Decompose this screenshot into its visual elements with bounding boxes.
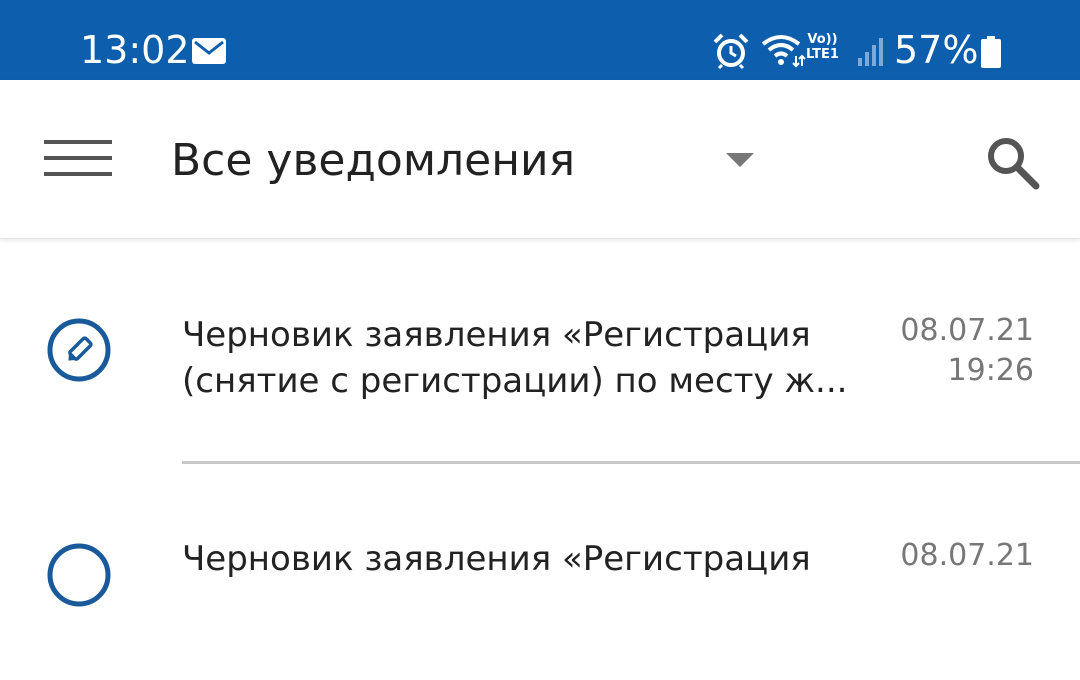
notification-date: 08.07.21 — [900, 313, 1034, 348]
signal-icon — [858, 38, 883, 66]
volte-indicator: Vo)) LTE1 — [806, 32, 839, 62]
draft-pencil-icon — [47, 318, 111, 382]
page-title[interactable]: Все уведомления — [171, 135, 575, 187]
volte-top-label: Vo)) — [807, 32, 838, 47]
notification-line-1: Черновик заявления «Регистрация — [182, 539, 811, 579]
app-bar: Все уведомления — [0, 80, 1080, 239]
notification-date: 08.07.21 — [900, 538, 1034, 573]
alarm-icon — [713, 33, 749, 69]
status-time: 13:02 — [80, 28, 190, 72]
hamburger-menu-icon — [44, 140, 112, 144]
notification-datetime: 08.07.21 — [900, 536, 1034, 576]
notification-datetime: 08.07.21 19:26 — [900, 311, 1034, 391]
battery-percentage: 57% — [894, 28, 979, 72]
notification-text: Черновик заявления «Регистрация — [182, 536, 862, 582]
mail-icon — [192, 38, 226, 64]
notification-time: 19:26 — [947, 353, 1034, 388]
list-divider — [182, 461, 1080, 464]
notification-item[interactable]: Черновик заявления «Регистрация 08.07.21 — [0, 500, 1080, 680]
battery-icon — [981, 36, 1001, 68]
volte-bottom-label: LTE1 — [806, 47, 839, 62]
notification-text: Черновик заявления «Регистрация (снятие … — [182, 312, 862, 404]
notification-line-2: (снятие с регистрации) по месту ж... — [182, 361, 848, 401]
wifi-icon — [761, 35, 806, 68]
search-icon[interactable] — [984, 134, 1042, 192]
notification-line-1: Черновик заявления «Регистрация — [182, 315, 811, 355]
status-bar: 13:02 Vo)) LTE1 57% — [0, 0, 1080, 80]
dropdown-arrow-icon[interactable] — [726, 153, 754, 169]
notification-item[interactable]: Черновик заявления «Регистрация (снятие … — [0, 280, 1080, 460]
menu-button[interactable] — [44, 136, 114, 184]
